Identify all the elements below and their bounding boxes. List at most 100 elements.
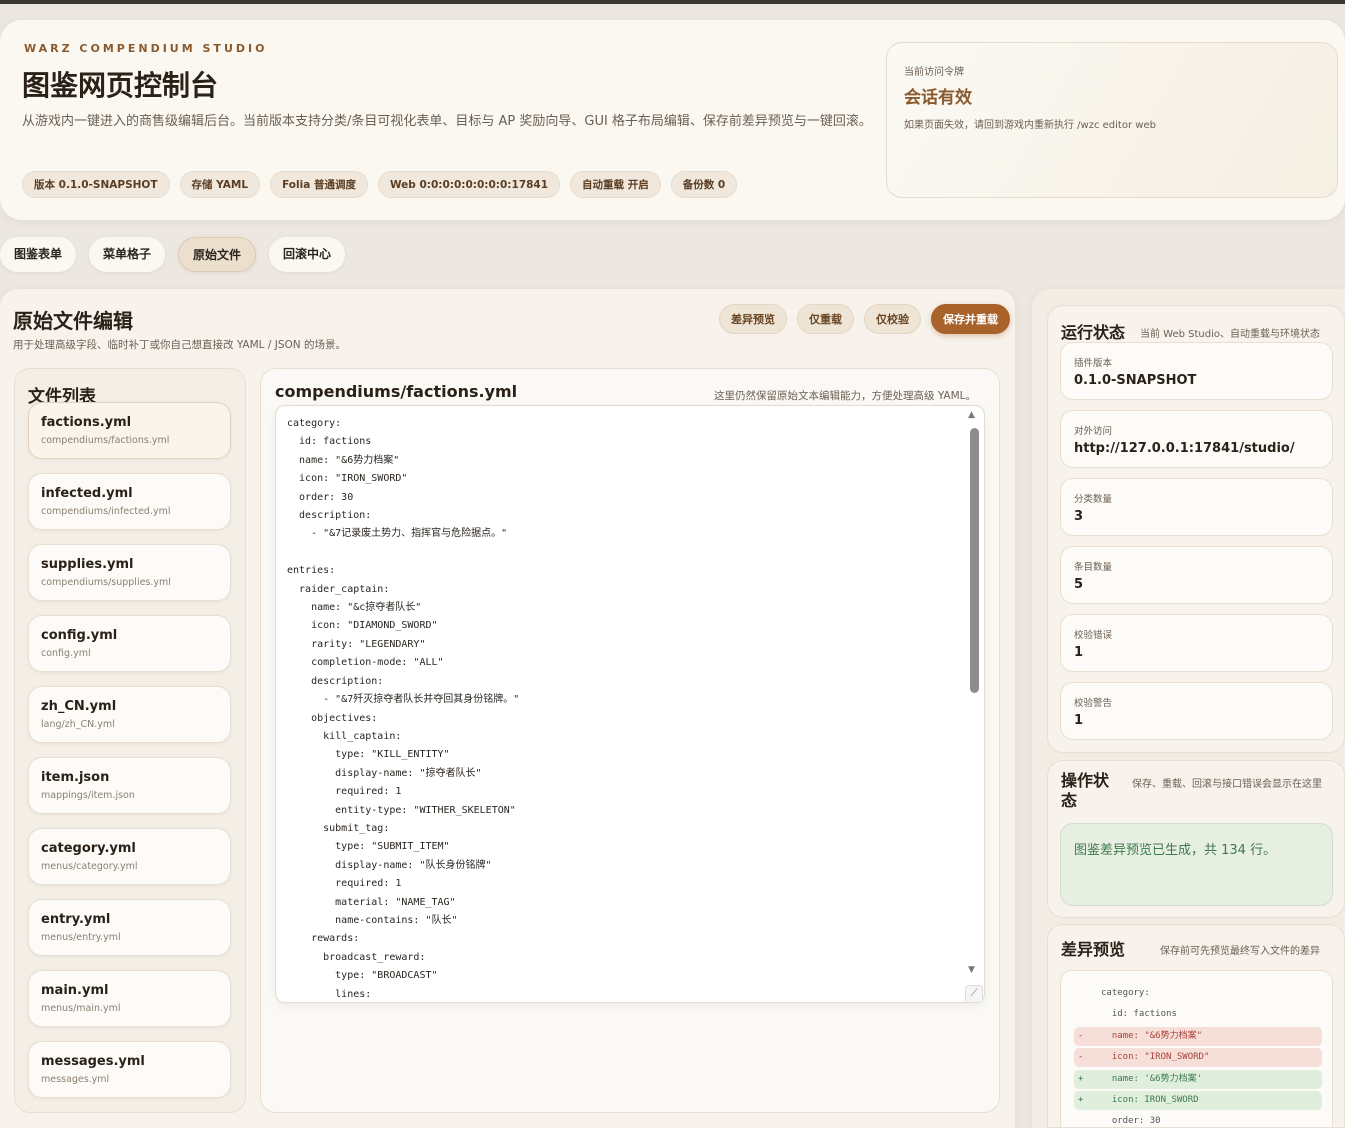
tab-rollback-center[interactable]: 回滚中心 [269,237,346,272]
file-name: zh_CN.yml [41,699,117,714]
tab-menu-slots[interactable]: 菜单格子 [89,237,166,272]
diff-preview-title: 差异预览 [1061,940,1126,959]
diff-text: order: 30 [1101,1116,1161,1126]
operation-status-subtitle: 保存、重载、回滚与接口错误会显示在这里 [1132,779,1322,790]
diff-line-added: + icon: IRON_SWORD [1074,1091,1322,1110]
code-scrollbar-thumb[interactable] [970,428,979,693]
file-item-messages[interactable]: messages.yml messages.yml [28,1041,231,1098]
file-path: menus/entry.yml [41,932,121,943]
current-file-title: compendiums/factions.yml [275,382,518,401]
stat-value: 0.1.0-SNAPSHOT [1074,373,1197,388]
stat-value: 1 [1074,645,1084,660]
file-name: supplies.yml [41,557,134,572]
window-top-bar [0,0,1345,4]
file-path: config.yml [41,648,91,659]
stat-label: 校验错误 [1074,630,1113,641]
file-item-supplies[interactable]: supplies.yml compendiums/supplies.yml [28,544,231,601]
tab-raw-files[interactable]: 原始文件 [178,237,257,272]
resize-handle-icon[interactable]: ⟋ [965,985,983,1003]
diff-preview-subtitle: 保存前可先预览最终写入文件的差异 [1160,946,1320,957]
runtime-status-title: 运行状态 [1061,323,1126,342]
scroll-down-arrow-icon[interactable]: ▼ [968,965,975,975]
stat-validation-errors: 校验错误 1 [1060,614,1333,672]
stat-value: http://127.0.0.1:17841/studio/ [1074,441,1295,456]
file-item-entry[interactable]: entry.yml menus/entry.yml [28,899,231,956]
diff-text: id: factions [1101,1009,1177,1019]
diff-marker: + [1078,1095,1084,1105]
info-chips: 版本 0.1.0-SNAPSHOT 存储 YAML Folia 普通调度 Web… [22,171,738,198]
diff-line: category: [1074,984,1322,1003]
file-path: lang/zh_CN.yml [41,719,115,730]
session-hint: 如果页面失效，请回到游戏内重新执行 /wzc editor web [904,120,1156,131]
diff-preview-button[interactable]: 差异预览 [719,304,787,334]
chip-web: Web 0:0:0:0:0:0:0:0:17841 [377,171,561,198]
diff-marker: + [1078,1074,1084,1084]
editor-hint: 这里仍然保留原始文本编辑能力，方便处理高级 YAML。 [714,390,977,402]
diff-line-removed: - icon: "IRON_SWORD" [1074,1048,1322,1067]
chip-storage: 存储 YAML [179,171,261,198]
file-path: compendiums/factions.yml [41,435,170,446]
stat-label: 对外访问 [1074,426,1113,437]
file-item-item-json[interactable]: item.json mappings/item.json [28,757,231,814]
file-path: menus/category.yml [41,861,138,872]
stat-category-count: 分类数量 3 [1060,478,1333,536]
stat-plugin-version: 插件版本 0.1.0-SNAPSHOT [1060,342,1333,400]
diff-preview-box: category: id: factions - name: "&6势力档案" … [1060,970,1333,1128]
operation-message: 图鉴差异预览已生成，共 134 行。 [1060,823,1333,906]
editor-panel-title: 原始文件编辑 [13,309,133,333]
chip-version: 版本 0.1.0-SNAPSHOT [22,171,170,198]
file-item-config[interactable]: config.yml config.yml [28,615,231,672]
file-name: category.yml [41,841,136,856]
diff-text: category: [1101,988,1150,998]
file-name: item.json [41,770,110,785]
code-content: category: id: factions name: "&6势力档案" ic… [287,418,520,1000]
stat-label: 插件版本 [1074,358,1113,369]
file-name: factions.yml [41,415,132,430]
file-item-zh-cn[interactable]: zh_CN.yml lang/zh_CN.yml [28,686,231,743]
file-path: compendiums/infected.yml [41,506,171,517]
stat-public-access: 对外访问 http://127.0.0.1:17841/studio/ [1060,410,1333,468]
stat-label: 分类数量 [1074,494,1113,505]
file-path: menus/main.yml [41,1003,121,1014]
file-item-infected[interactable]: infected.yml compendiums/infected.yml [28,473,231,530]
code-textarea[interactable]: category: id: factions name: "&6势力档案" ic… [275,405,985,1003]
diff-line-added: + name: '&6势力档案' [1074,1070,1322,1089]
session-status: 会话有效 [904,88,972,108]
diff-text: name: "&6势力档案" [1101,1031,1203,1041]
session-card: 当前访问令牌 会话有效 如果页面失效，请回到游戏内重新执行 /wzc edito… [886,42,1338,198]
scroll-up-arrow-icon[interactable]: ▲ [968,410,975,420]
file-path: compendiums/supplies.yml [41,577,171,588]
editor-actions: 差异预览 仅重载 仅校验 保存并重载 [719,304,1010,334]
chip-auto-reload: 自动重载 开启 [570,171,661,198]
file-path: mappings/item.json [41,790,135,801]
runtime-status-subtitle: 当前 Web Studio、自动重载与环境状态 [1140,329,1321,340]
operation-status-title: 操作状态 [1061,771,1110,810]
file-item-main[interactable]: main.yml menus/main.yml [28,970,231,1027]
page-description: 从游戏内一键进入的商售级编辑后台。当前版本支持分类/条目可视化表单、目标与 AP… [22,114,872,129]
chip-backups: 备份数 0 [670,171,738,198]
file-name: main.yml [41,983,109,998]
brand-eyebrow: WARZ COMPENDIUM STUDIO [24,42,268,55]
file-item-category[interactable]: category.yml menus/category.yml [28,828,231,885]
editor-panel-subtitle: 用于处理高级字段、临时补丁或你自己想直接改 YAML / JSON 的场景。 [13,339,346,351]
stat-validation-warnings: 校验警告 1 [1060,682,1333,740]
validate-only-button[interactable]: 仅校验 [864,304,921,334]
stat-value: 1 [1074,713,1084,728]
save-and-reload-button[interactable]: 保存并重载 [931,304,1010,334]
stat-value: 3 [1074,509,1084,524]
reload-only-button[interactable]: 仅重载 [797,304,854,334]
diff-text: icon: IRON_SWORD [1101,1095,1199,1105]
stat-value: 5 [1074,577,1084,592]
main-tabs: 图鉴表单 菜单格子 原始文件 回滚中心 [0,237,346,272]
file-name: entry.yml [41,912,111,927]
file-path: messages.yml [41,1074,110,1085]
file-item-factions[interactable]: factions.yml compendiums/factions.yml [28,402,231,459]
file-name: infected.yml [41,486,133,501]
tab-compendium-form[interactable]: 图鉴表单 [0,237,77,272]
session-label: 当前访问令牌 [904,67,964,78]
diff-text: name: '&6势力档案' [1101,1074,1203,1084]
diff-line-removed: - name: "&6势力档案" [1074,1027,1322,1046]
stat-entry-count: 条目数量 5 [1060,546,1333,604]
diff-marker: - [1078,1052,1084,1062]
file-name: config.yml [41,628,118,643]
